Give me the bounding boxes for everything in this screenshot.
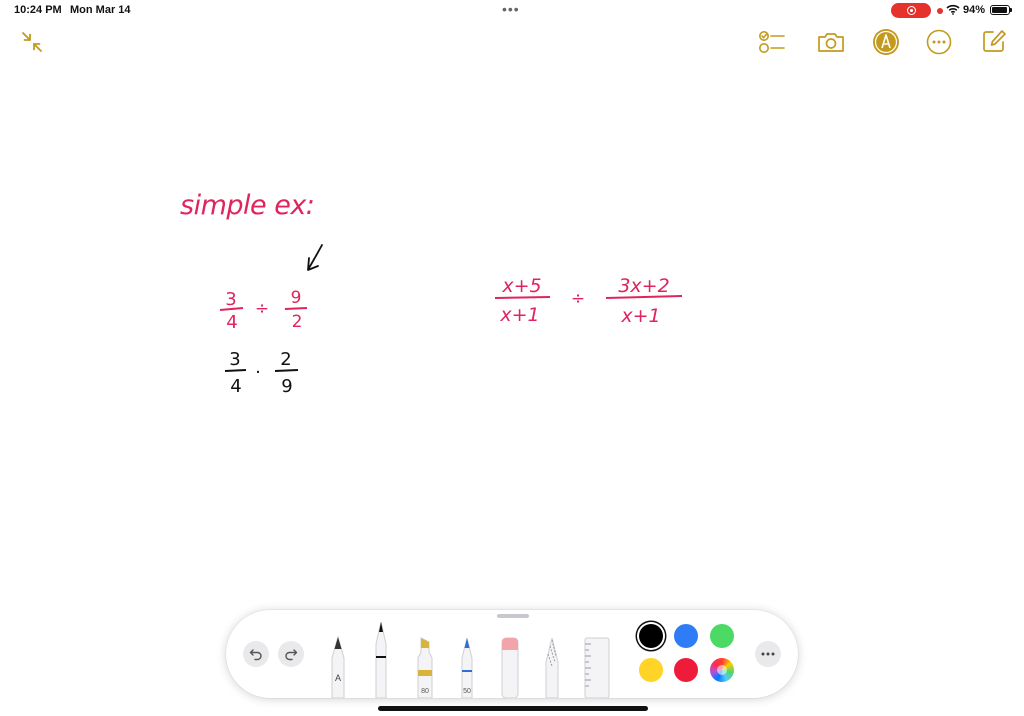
arrow-mark: [307, 244, 323, 271]
status-bar: 10:24 PM Mon Mar 14 ••• 94%: [0, 0, 1024, 22]
fraction-left-divisor: 9 2: [284, 288, 308, 332]
pen-tool-label: A: [334, 673, 341, 683]
fraction-rewritten-first: 3 4: [224, 349, 247, 397]
collapse-icon[interactable]: [20, 30, 44, 54]
numerator: x+5: [501, 275, 541, 297]
numerator: 3: [229, 349, 240, 370]
multiplication-operator: ·: [255, 362, 261, 383]
note-canvas[interactable]: simple ex: 3 4 ÷ 9 2 3 4 · 2 9 x+5 x+1 ÷…: [0, 60, 1024, 600]
fraction-right-dividend: x+5 x+1: [494, 275, 551, 326]
denominator: 9: [281, 376, 292, 397]
battery-percentage: 94%: [963, 4, 986, 16]
fraction-bar: [224, 369, 247, 372]
highlighter-opacity-label: 80: [421, 688, 429, 695]
color-swatch-yellow[interactable]: [639, 658, 663, 682]
pencil-opacity-label: 50: [463, 688, 471, 695]
color-swatch-green[interactable]: [710, 624, 734, 648]
redo-icon: [285, 649, 298, 661]
palette-grabber[interactable]: [497, 614, 529, 618]
denominator: x+1: [499, 304, 539, 326]
numerator: 9: [291, 288, 302, 308]
screen-recording-icon[interactable]: [891, 3, 931, 18]
status-time: 10:24 PM: [14, 4, 62, 16]
denominator: 4: [230, 376, 241, 397]
checklist-icon[interactable]: [758, 29, 786, 55]
home-indicator[interactable]: [378, 706, 648, 711]
palette-more-button[interactable]: [755, 641, 781, 667]
color-picker-icon[interactable]: [710, 658, 734, 682]
compose-icon[interactable]: [981, 28, 1007, 54]
undo-icon: [249, 649, 262, 661]
numerator: 3: [225, 289, 236, 310]
fraction-rewritten-reciprocal: 2 9: [274, 349, 299, 397]
note-heading: simple ex:: [180, 190, 314, 221]
markup-icon[interactable]: [872, 28, 900, 56]
redo-button[interactable]: [278, 641, 304, 667]
fraction-bar: [219, 307, 244, 311]
ruler-tool[interactable]: [584, 636, 610, 698]
numerator: 3x+2: [618, 275, 669, 297]
fraction-bar: [274, 369, 299, 372]
status-date: Mon Mar 14: [70, 4, 131, 16]
fraction-bar: [284, 307, 308, 310]
more-icon[interactable]: [926, 29, 952, 55]
color-swatch-blue[interactable]: [674, 624, 698, 648]
pen-tool[interactable]: [329, 636, 347, 698]
notes-screen: 10:24 PM Mon Mar 14 ••• 94% simple ex: 3…: [0, 0, 1024, 716]
fraction-left-dividend: 3 4: [219, 289, 244, 333]
fraction-right-divisor: 3x+2 x+1: [605, 275, 683, 327]
denominator: 4: [226, 312, 237, 333]
numerator: 2: [280, 349, 291, 370]
more-dots-icon: [761, 652, 775, 656]
division-operator: ÷: [571, 289, 585, 309]
color-swatch-red[interactable]: [674, 658, 698, 682]
multitasking-dots-icon[interactable]: •••: [502, 1, 520, 17]
eraser-tool[interactable]: [500, 636, 520, 698]
fraction-bar: [494, 296, 551, 299]
wifi-icon: [946, 4, 960, 15]
battery-icon: [990, 5, 1012, 15]
mic-indicator-icon: [937, 8, 943, 14]
marker-tool[interactable]: [372, 620, 390, 698]
division-operator: ÷: [255, 299, 269, 319]
lasso-tool[interactable]: [543, 636, 561, 698]
color-swatch-black[interactable]: [639, 624, 663, 648]
denominator: x+1: [620, 305, 660, 327]
undo-button[interactable]: [243, 641, 269, 667]
denominator: 2: [292, 312, 303, 332]
camera-icon[interactable]: [816, 30, 846, 54]
